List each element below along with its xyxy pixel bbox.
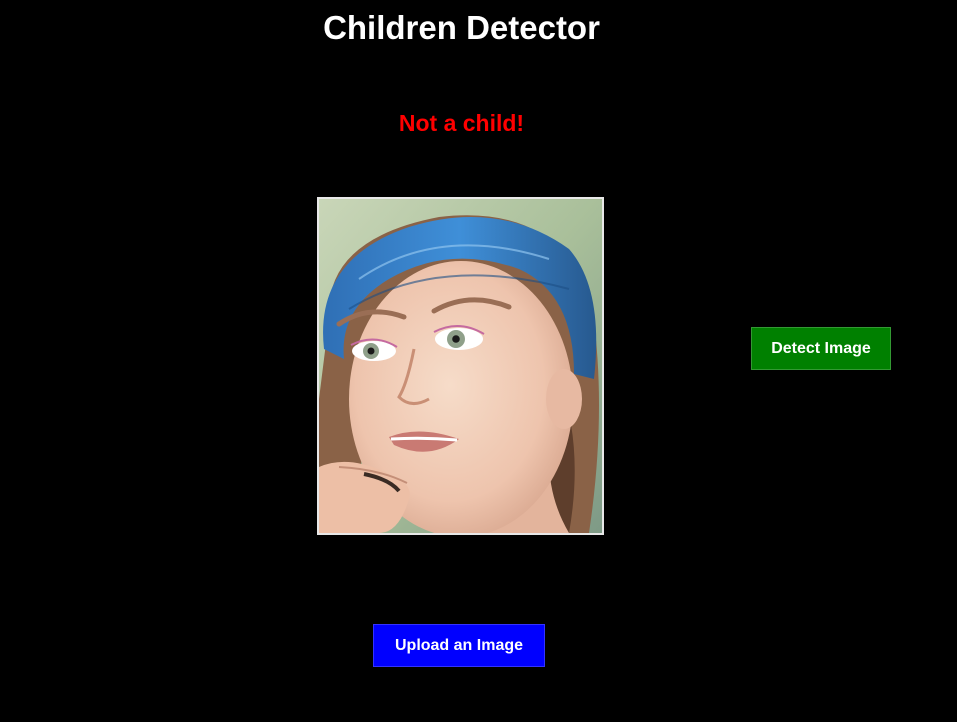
detect-image-button[interactable]: Detect Image bbox=[751, 327, 891, 370]
app-window: Children Detector Not a child! Detect Im… bbox=[0, 0, 957, 722]
page-title: Children Detector bbox=[323, 9, 600, 46]
result-label: Not a child! bbox=[398, 110, 525, 136]
portrait-photo bbox=[319, 199, 602, 533]
uploaded-image-preview bbox=[317, 197, 604, 535]
upload-image-button[interactable]: Upload an Image bbox=[373, 624, 545, 667]
